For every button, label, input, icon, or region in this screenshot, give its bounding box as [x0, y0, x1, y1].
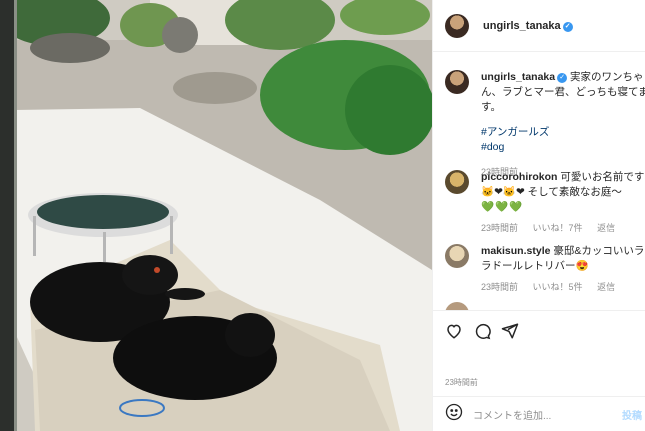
reply-button[interactable]: 返信: [597, 282, 615, 292]
comment-username[interactable]: piccorohirokon: [481, 171, 557, 183]
comment-item-partial: [445, 302, 645, 310]
comment-likes[interactable]: いいね！7件: [533, 223, 583, 233]
caption-avatar[interactable]: [445, 70, 469, 94]
comment-timestamp[interactable]: 23時間前: [481, 223, 518, 233]
heart-icon[interactable]: [443, 320, 465, 342]
emoji-icon[interactable]: [445, 403, 463, 425]
comment-likes[interactable]: いいね！5件: [533, 282, 583, 292]
hashtag-link[interactable]: #dog: [481, 140, 645, 155]
action-bar: [433, 310, 645, 350]
comment-input[interactable]: コメントを追加...: [473, 407, 622, 422]
photo-scene: [0, 0, 432, 431]
caption-row: ungirls_tanaka ✓ 実家のワンちゃん、ラブとマー君、どっちも寝てます…: [445, 70, 645, 180]
comment-username[interactable]: makisun.style: [481, 245, 550, 257]
header-username[interactable]: ungirls_tanaka ✓: [483, 20, 573, 32]
verified-icon: ✓: [562, 21, 573, 32]
post-photo[interactable]: [0, 0, 432, 431]
comment-icon[interactable]: [471, 320, 493, 342]
post-header: ungirls_tanaka ✓: [433, 0, 645, 52]
comment-avatar[interactable]: [445, 244, 469, 268]
green-hearts: 💚💚💚: [481, 201, 524, 213]
hashtag-link[interactable]: #アンガールズ: [481, 125, 645, 140]
reply-button[interactable]: 返信: [597, 223, 615, 233]
post-side-panel: ungirls_tanaka ✓ ungirls_tanaka ✓ 実家のワンちゃん…: [432, 0, 645, 431]
verified-icon: ✓: [557, 73, 568, 83]
comment-avatar[interactable]: [445, 170, 469, 194]
post-timestamp[interactable]: 23時間前: [445, 377, 478, 388]
add-comment-bar: コメントを追加... 投稿: [433, 396, 645, 431]
header-username-text[interactable]: ungirls_tanaka: [483, 20, 561, 32]
send-icon[interactable]: [499, 320, 521, 342]
caption-username[interactable]: ungirls_tanaka: [481, 71, 555, 83]
avatar[interactable]: [445, 13, 469, 38]
comment-timestamp[interactable]: 23時間前: [481, 282, 518, 292]
comment-item: makisun.style 豪邸&カッコいいラブラドールレトリバー😍 23時間前…: [445, 244, 645, 295]
post-button[interactable]: 投稿: [622, 407, 642, 422]
comment-list[interactable]: ungirls_tanaka ✓ 実家のワンちゃん、ラブとマー君、どっちも寝てます…: [433, 52, 645, 310]
comment-item: piccorohirokon 可愛いお名前ですね🐱❤🐱❤ そして素敵なお庭〜 💚…: [445, 170, 645, 236]
comment-avatar[interactable]: [445, 302, 469, 310]
